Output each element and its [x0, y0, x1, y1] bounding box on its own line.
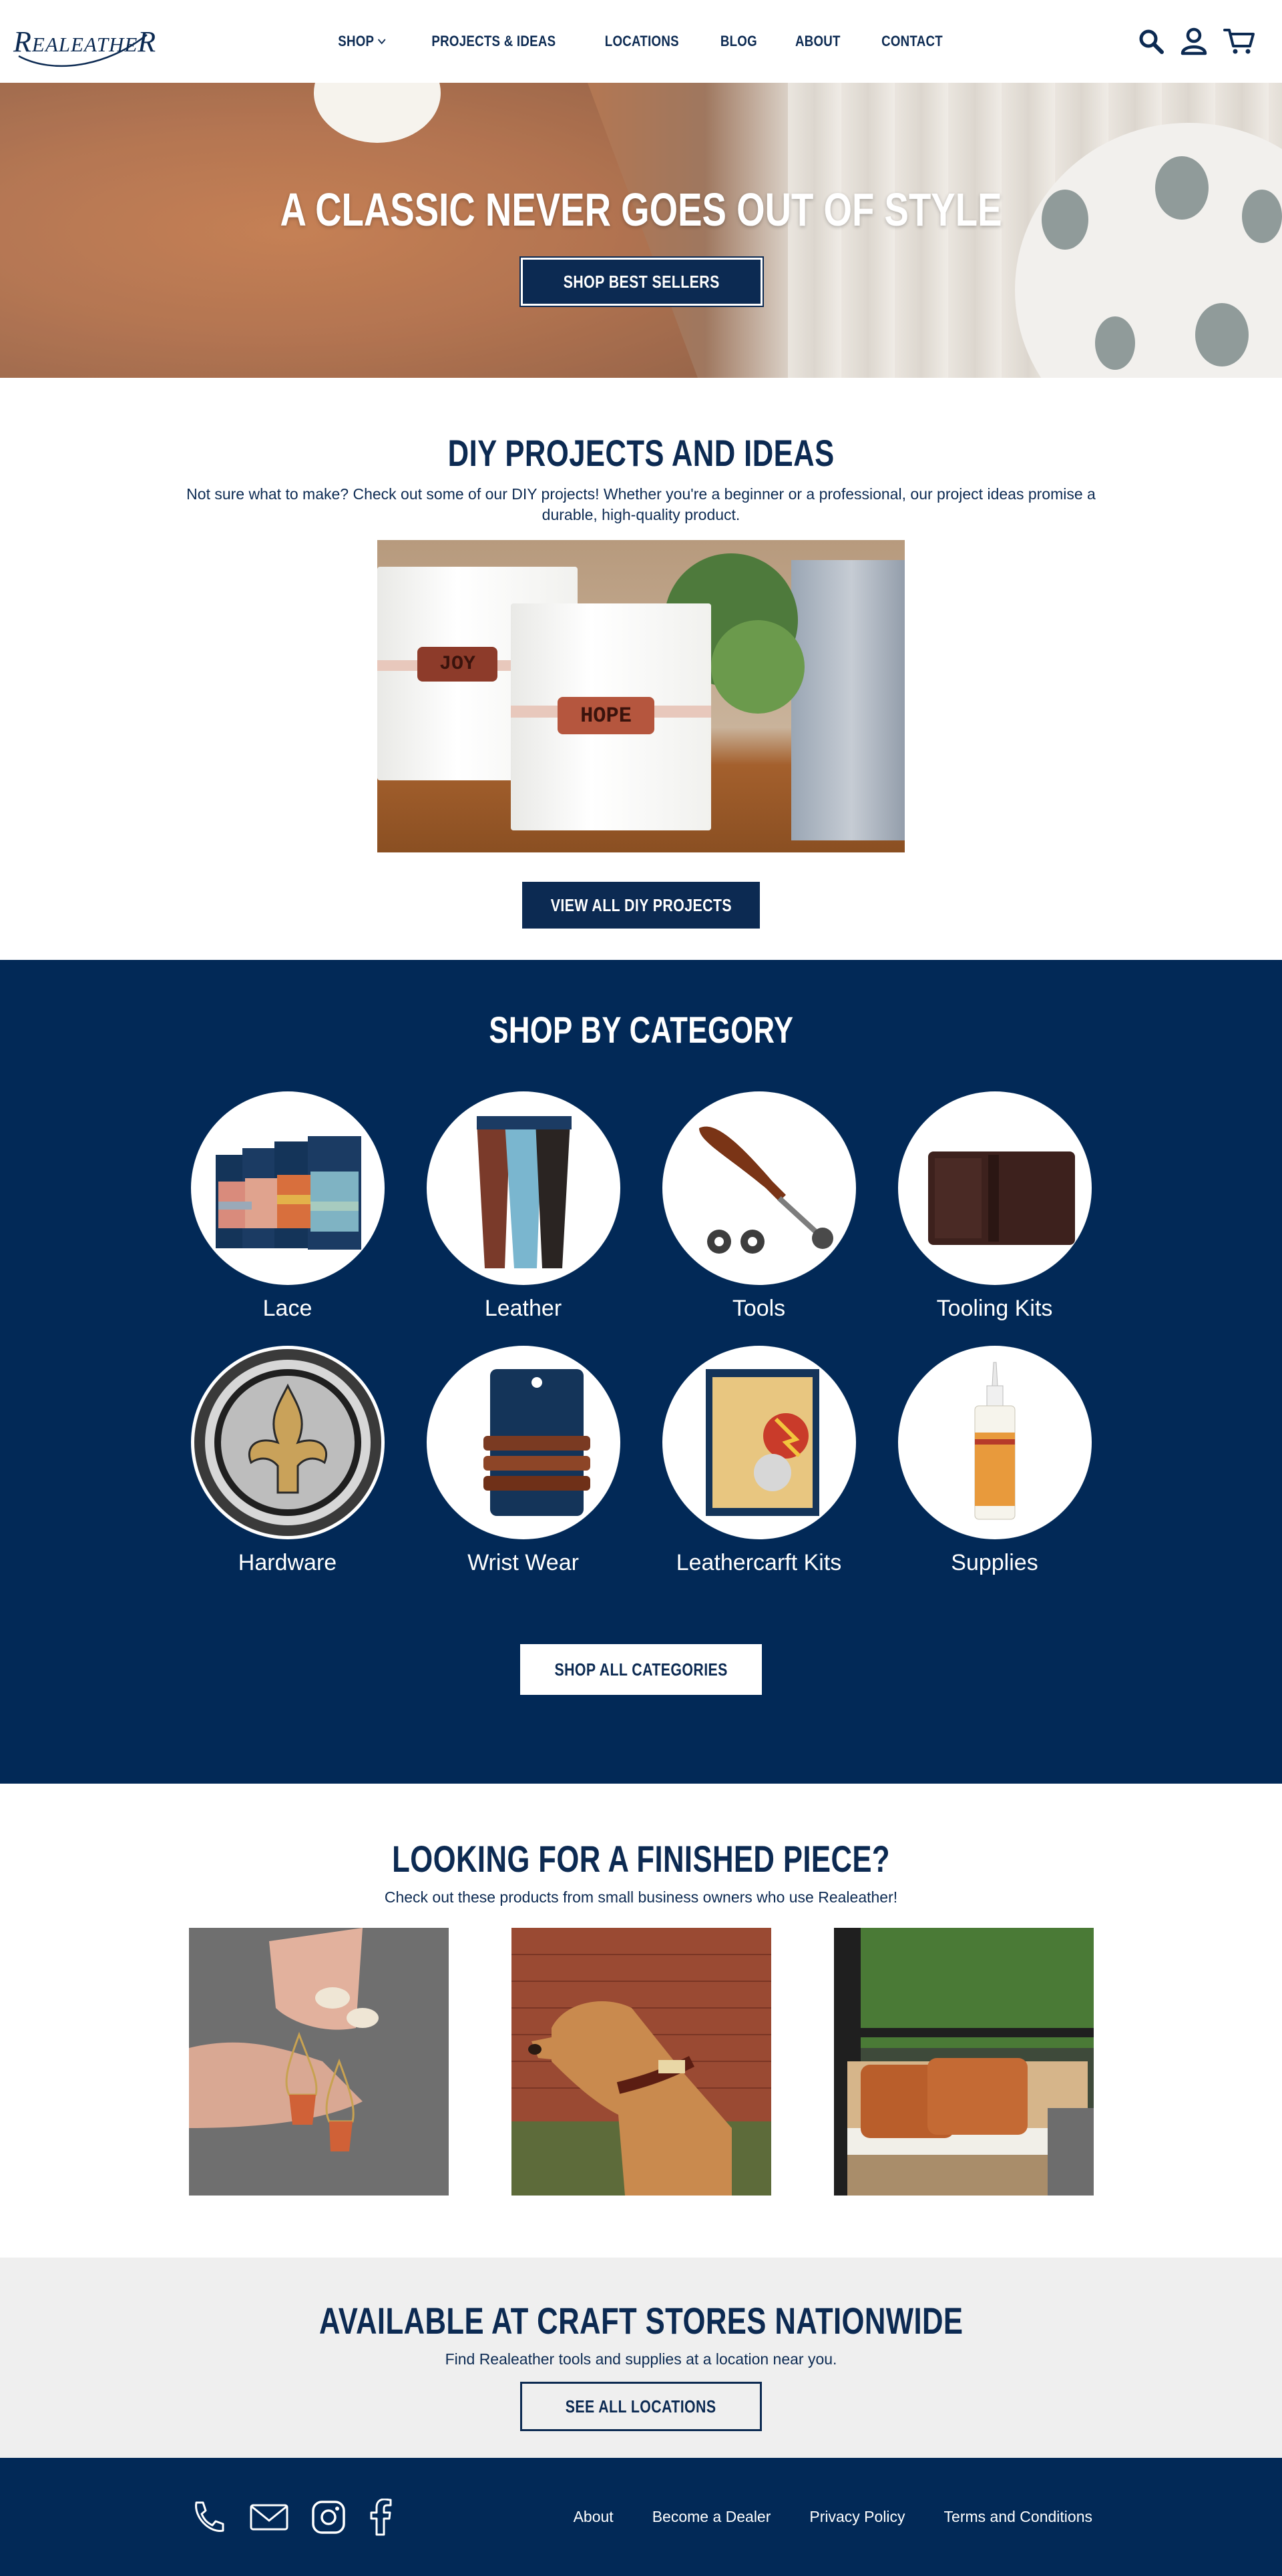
logo-text: RealeatheR [13, 25, 157, 58]
category-grid: Lace Leather Tools Tooling Kits Hardware… [0, 1091, 1282, 1576]
concho-illustration [194, 1349, 381, 1536]
tools-image [662, 1091, 856, 1285]
earrings-product-image[interactable] [188, 1928, 449, 2196]
shop-best-sellers-button[interactable]: SHOP BEST SELLERS [519, 256, 764, 307]
lace-image [190, 1091, 385, 1285]
category-leathercraft-kits[interactable]: Leathercarft Kits [662, 1346, 856, 1576]
category-supplies[interactable]: Supplies [897, 1346, 1092, 1576]
nav-shop-label: SHOP [338, 33, 375, 49]
category-label: Tools [732, 1296, 786, 1321]
dog-collar-product-image[interactable] [511, 1928, 771, 2196]
leather-strips-illustration [476, 1116, 572, 1268]
chevron-down-icon [377, 39, 385, 45]
see-all-locations-button[interactable]: SEE ALL LOCATIONS [520, 2382, 762, 2431]
category-label: Wrist Wear [467, 1550, 579, 1575]
pillows-illustration [833, 1928, 1094, 2196]
category-section: SHOP BY CATEGORY Lace Leather Tools Tool… [0, 960, 1282, 1784]
shop-all-categories-button[interactable]: SHOP ALL CATEGORIES [520, 1644, 762, 1695]
tooling-kits-image [897, 1091, 1092, 1285]
see-all-locations-label: SEE ALL LOCATIONS [566, 2396, 716, 2416]
category-label: Supplies [951, 1550, 1038, 1575]
hope-tag: HOPE [558, 697, 654, 734]
wrist-wear-illustration [483, 1369, 590, 1516]
category-label: Lace [262, 1296, 312, 1321]
main-nav: SHOP PROJECTS & IDEAS LOCATIONS BLOG ABO… [0, 0, 1282, 83]
footer-link-become-dealer[interactable]: Become a Dealer [652, 2508, 771, 2526]
hardware-image [190, 1346, 385, 1539]
nav-shop[interactable]: SHOP [338, 33, 385, 50]
leather-image [426, 1091, 620, 1285]
wrist-wear-image [426, 1346, 620, 1539]
nav-projects-ideas[interactable]: PROJECTS & IDEAS [432, 33, 556, 50]
view-all-diy-projects-button[interactable]: VIEW ALL DIY PROJECTS [522, 882, 760, 929]
supplies-image [897, 1346, 1092, 1539]
locations-description: Find Realeather tools and supplies at a … [445, 2350, 837, 2368]
wallet-illustration [927, 1151, 1075, 1245]
pillows-product-image[interactable] [833, 1928, 1094, 2196]
nav-locations[interactable]: LOCATIONS [605, 33, 679, 50]
lace-cards-illustration [215, 1136, 361, 1250]
category-title: SHOP BY CATEGORY [488, 1009, 794, 1051]
diy-description: Not sure what to make? Check out some of… [186, 485, 1096, 523]
nav-blog[interactable]: BLOG [720, 33, 757, 50]
category-tools[interactable]: Tools [662, 1091, 856, 1322]
view-all-diy-projects-label: VIEW ALL DIY PROJECTS [550, 894, 732, 915]
shop-best-sellers-label: SHOP BEST SELLERS [563, 271, 720, 292]
finished-title: LOOKING FOR A FINISHED PIECE? [392, 1838, 890, 1880]
footer-links: About Become a Dealer Privacy Policy Ter… [574, 2508, 1092, 2526]
category-label: Leathercarft Kits [676, 1550, 842, 1575]
category-wrist-wear[interactable]: Wrist Wear [426, 1346, 620, 1576]
category-leather[interactable]: Leather [426, 1091, 620, 1322]
site-footer: About Become a Dealer Privacy Policy Ter… [0, 2458, 1282, 2576]
search-icon[interactable] [1138, 28, 1164, 55]
footer-link-about[interactable]: About [574, 2508, 614, 2526]
logo[interactable]: RealeatheR [13, 15, 157, 68]
category-label: Leather [484, 1296, 562, 1321]
account-icon[interactable] [1181, 27, 1207, 55]
glue-bottle-illustration [974, 1362, 1015, 1520]
footer-link-privacy-policy[interactable]: Privacy Policy [809, 2508, 905, 2526]
diy-title: DIY PROJECTS AND IDEAS [447, 432, 835, 474]
category-label: Tooling Kits [936, 1296, 1053, 1321]
instagram-icon[interactable] [311, 2500, 346, 2535]
hero-title: A CLASSIC NEVER GOES OUT OF STYLE [280, 184, 1002, 236]
cart-icon[interactable] [1223, 27, 1255, 55]
locations-section: AVAILABLE AT CRAFT STORES NATIONWIDE Fin… [0, 2258, 1282, 2458]
earrings-illustration [188, 1928, 379, 2151]
joy-tag: JOY [417, 647, 497, 682]
facebook-icon[interactable] [369, 2498, 393, 2536]
mail-icon[interactable] [250, 2503, 288, 2532]
planter-pot [791, 560, 905, 840]
diy-project-image: JOY HOPE [377, 540, 905, 852]
plant [711, 620, 805, 714]
header-icons [1138, 27, 1255, 55]
footbag-kit-illustration [705, 1369, 819, 1516]
nav-contact[interactable]: CONTACT [881, 33, 943, 50]
finished-description: Check out these products from small busi… [384, 1888, 898, 1906]
shop-all-categories-label: SHOP ALL CATEGORIES [554, 1659, 728, 1680]
tools-illustration [698, 1126, 833, 1254]
diy-section: DIY PROJECTS AND IDEAS Not sure what to … [0, 378, 1282, 960]
footer-link-terms[interactable]: Terms and Conditions [944, 2508, 1092, 2526]
leathercraft-kits-image [662, 1346, 856, 1539]
finished-grid [0, 1928, 1282, 2196]
category-label: Hardware [238, 1550, 337, 1575]
finished-piece-section: LOOKING FOR A FINISHED PIECE? Check out … [0, 1784, 1282, 2258]
footer-social-icons [190, 2498, 393, 2536]
category-tooling-kits[interactable]: Tooling Kits [897, 1091, 1092, 1322]
category-lace[interactable]: Lace [190, 1091, 385, 1322]
category-hardware[interactable]: Hardware [190, 1346, 385, 1576]
locations-title: AVAILABLE AT CRAFT STORES NATIONWIDE [318, 2300, 964, 2342]
site-header: RealeatheR SHOP PROJECTS & IDEAS LOCATIO… [0, 0, 1282, 83]
dog-illustration [511, 1928, 771, 2196]
hero-banner: A CLASSIC NEVER GOES OUT OF STYLE SHOP B… [0, 83, 1282, 378]
phone-icon[interactable] [190, 2499, 227, 2536]
nav-about[interactable]: ABOUT [795, 33, 841, 50]
